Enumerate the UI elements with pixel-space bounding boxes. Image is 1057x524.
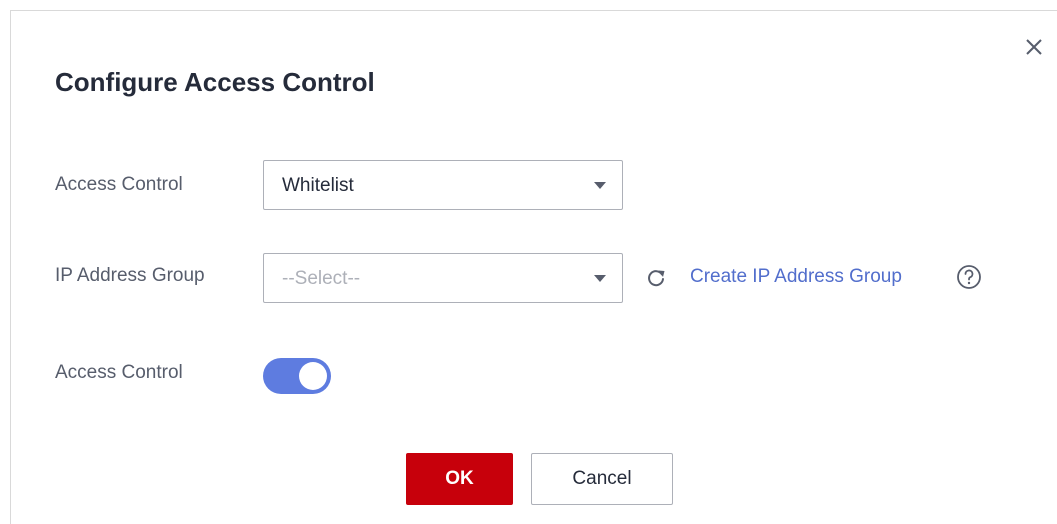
ip-address-group-select[interactable]: --Select-- [263, 253, 623, 303]
ip-address-group-label: IP Address Group [55, 265, 205, 286]
access-control-type-value: Whitelist [282, 175, 354, 196]
refresh-icon[interactable] [645, 267, 667, 289]
access-control-type-label: Access Control [55, 174, 183, 195]
ip-address-group-placeholder: --Select-- [282, 268, 361, 289]
chevron-down-icon [594, 182, 606, 189]
access-control-toggle[interactable] [263, 358, 331, 394]
chevron-down-icon [594, 275, 606, 282]
access-control-type-select[interactable]: Whitelist [263, 160, 623, 210]
cancel-button[interactable]: Cancel [531, 453, 673, 505]
toggle-knob [299, 362, 327, 390]
dialog-title: Configure Access Control [55, 67, 375, 97]
ok-button[interactable]: OK [406, 453, 513, 505]
create-ip-address-group-link[interactable]: Create IP Address Group [690, 266, 902, 288]
close-icon[interactable] [1022, 35, 1046, 59]
access-control-switch-label: Access Control [55, 362, 183, 383]
configure-access-control-dialog: Configure Access Control Access Control … [10, 10, 1057, 524]
help-icon[interactable] [956, 264, 982, 290]
